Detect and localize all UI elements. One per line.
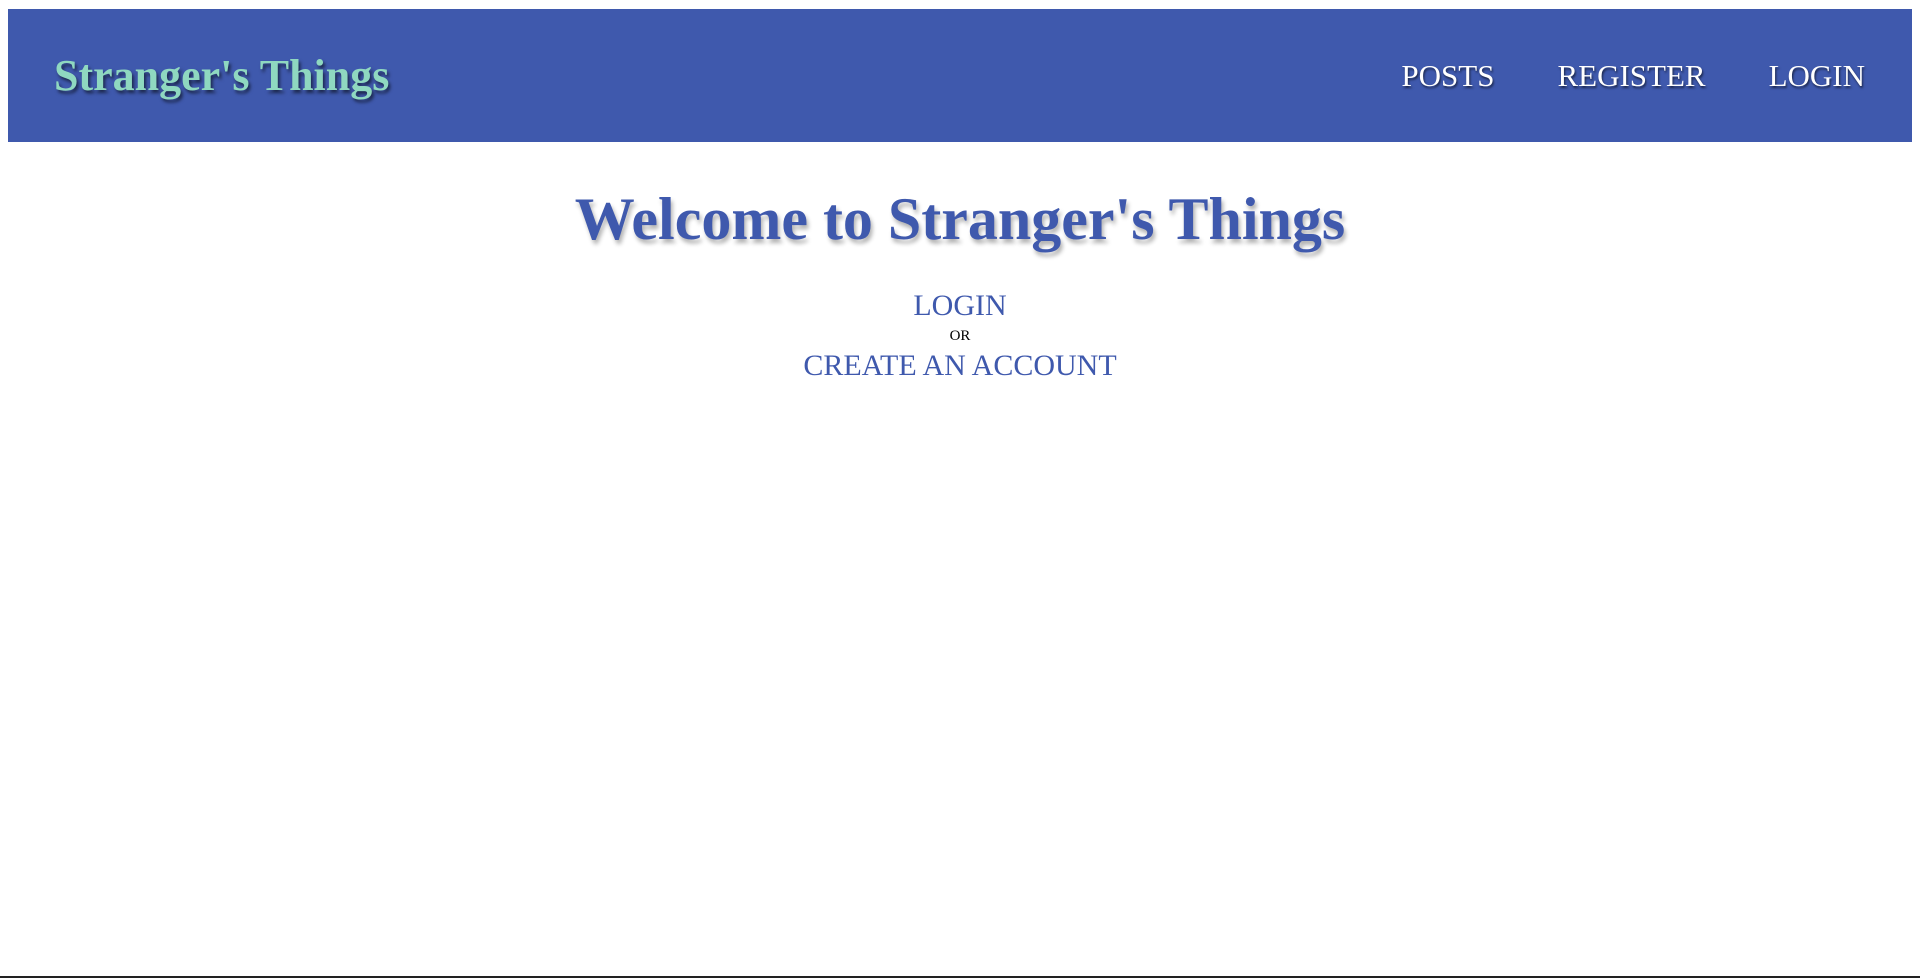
or-separator: OR	[949, 328, 971, 344]
create-account-link[interactable]: CREATE AN ACCOUNT	[803, 348, 1116, 384]
nav-links: POSTS REGISTER LOGIN	[1401, 58, 1865, 94]
login-link[interactable]: LOGIN	[913, 288, 1006, 324]
page-title: Welcome to Stranger's Things	[574, 186, 1346, 252]
page: Stranger's Things POSTS REGISTER LOGIN W…	[0, 0, 1920, 978]
navbar: Stranger's Things POSTS REGISTER LOGIN	[8, 9, 1912, 142]
nav-link-login[interactable]: LOGIN	[1769, 58, 1865, 94]
brand-logo-link[interactable]: Stranger's Things	[54, 50, 389, 101]
auth-options: LOGIN OR CREATE AN ACCOUNT	[0, 288, 1920, 384]
nav-link-posts[interactable]: POSTS	[1401, 58, 1494, 94]
nav-link-register[interactable]: REGISTER	[1557, 58, 1705, 94]
main-content: Welcome to Stranger's Things LOGIN OR CR…	[0, 142, 1920, 384]
